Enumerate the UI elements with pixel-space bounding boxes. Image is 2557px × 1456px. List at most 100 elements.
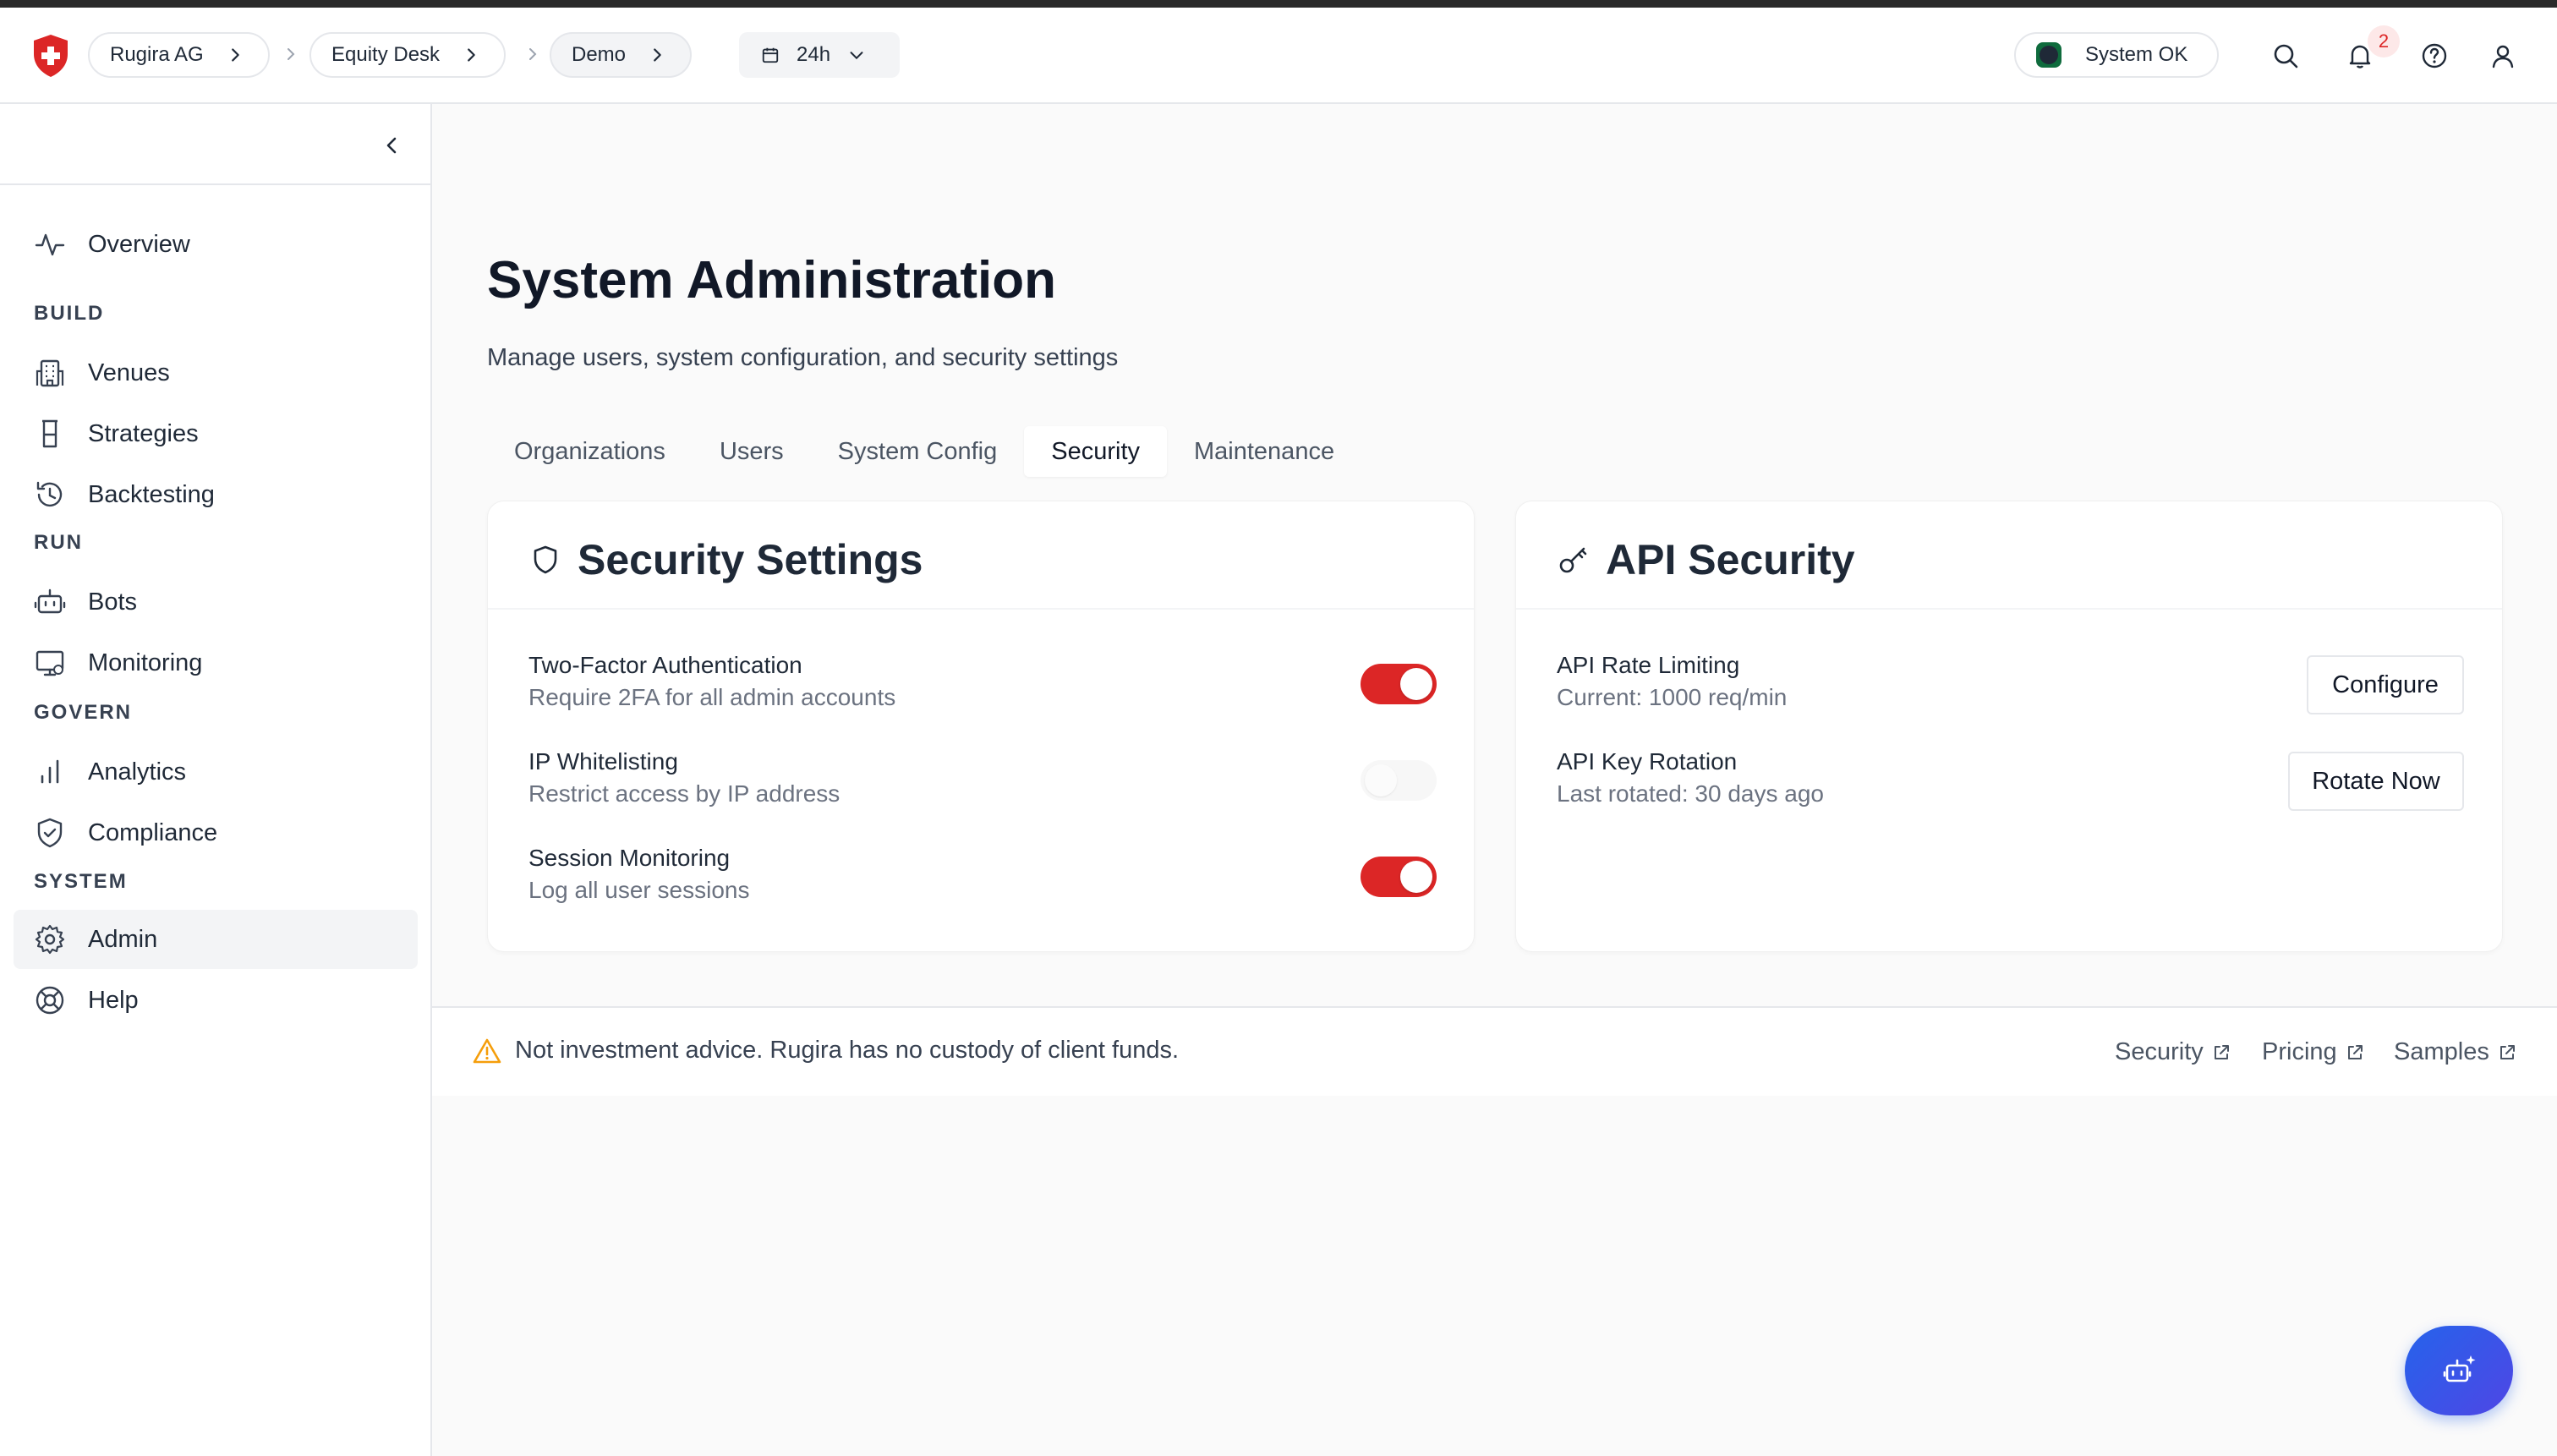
sidebar-section-system: SYSTEM <box>34 870 128 893</box>
page-subtitle: Manage users, system configuration, and … <box>487 344 1119 371</box>
sidebar-item-label: Strategies <box>88 419 199 447</box>
chevron-down-icon <box>850 52 863 60</box>
configure-button[interactable]: Configure <box>2307 655 2464 714</box>
rotate-now-button[interactable]: Rotate Now <box>2288 752 2464 811</box>
setting-title: API Rate Limiting <box>1557 652 1740 678</box>
setting-description: Current: 1000 req/min <box>1557 684 1788 710</box>
breadcrumb-org[interactable]: Rugira AG <box>88 32 270 78</box>
lifebuoy-icon <box>36 986 64 1015</box>
sidebar-item-label: Bots <box>88 588 138 616</box>
sidebar-item-label: Venues <box>88 359 170 386</box>
breadcrumb-env[interactable]: Demo <box>550 32 693 78</box>
setting-description: Restrict access by IP address <box>528 780 840 807</box>
sidebar-item-bots[interactable]: Bots <box>14 572 418 632</box>
sidebar-item-overview[interactable]: Overview <box>14 215 418 274</box>
two-factor-toggle[interactable] <box>1361 664 1437 704</box>
breadcrumb-separator-icon <box>529 48 537 60</box>
setting-ip-whitelisting: IP Whitelisting Restrict access by IP ad… <box>528 748 840 807</box>
shield-icon <box>534 545 557 574</box>
sidebar-item-admin[interactable]: Admin <box>14 910 418 969</box>
sidebar-item-label: Monitoring <box>88 649 203 676</box>
tab-security[interactable]: Security <box>1024 426 1168 477</box>
assistant-fab-button[interactable] <box>2405 1326 2513 1415</box>
search-icon[interactable] <box>2271 41 2300 70</box>
toggle-knob <box>1400 861 1432 893</box>
sidebar-item-compliance[interactable]: Compliance <box>14 803 418 862</box>
help-icon[interactable] <box>2420 41 2449 70</box>
breadcrumb-desk[interactable]: Equity Desk <box>309 32 506 78</box>
setting-title: Session Monitoring <box>528 845 731 871</box>
shield-logo-icon[interactable] <box>32 34 69 78</box>
external-link-icon <box>2214 1044 2229 1059</box>
bar-chart-icon <box>41 759 59 784</box>
user-icon[interactable] <box>2489 41 2517 70</box>
setting-title: IP Whitelisting <box>528 748 678 775</box>
card-header: API Security <box>1557 535 1855 584</box>
api-security-card: API Security API Rate Limiting Current: … <box>1515 501 2503 952</box>
calendar-icon <box>762 47 779 63</box>
time-range-value: 24h <box>797 43 831 66</box>
session-monitoring-toggle[interactable] <box>1361 857 1437 897</box>
collapse-sidebar-icon[interactable] <box>379 133 404 158</box>
sidebar-section-build: BUILD <box>34 302 105 325</box>
footer: Not investment advice. Rugira has no cus… <box>432 1006 2557 1096</box>
top-header: Rugira AG Equity Desk Demo 24h System OK… <box>0 8 2557 104</box>
sidebar-item-analytics[interactable]: Analytics <box>14 742 418 802</box>
sidebar-item-venues[interactable]: Venues <box>14 343 418 402</box>
sidebar-item-monitoring[interactable]: Monitoring <box>14 633 418 692</box>
api-rate-limiting-row: API Rate Limiting Current: 1000 req/min <box>1557 652 1787 711</box>
system-status-pill[interactable]: System OK <box>2014 32 2219 78</box>
toggle-knob <box>1365 764 1397 796</box>
flask-icon <box>42 419 57 448</box>
sidebar-item-label: Help <box>88 986 139 1014</box>
breadcrumb-label: Rugira AG <box>110 43 204 66</box>
footer-link-security[interactable]: Security <box>2115 1038 2231 1066</box>
tab-maintenance[interactable]: Maintenance <box>1167 426 1361 477</box>
footer-link-pricing[interactable]: Pricing <box>2262 1038 2364 1066</box>
admin-tabs: Organizations Users System Config Securi… <box>487 426 1361 477</box>
page-title: System Administration <box>487 251 1056 309</box>
setting-description: Log all user sessions <box>528 877 750 903</box>
time-range-select[interactable]: 24h <box>739 32 900 78</box>
sidebar-item-strategies[interactable]: Strategies <box>14 404 418 463</box>
setting-description: Require 2FA for all admin accounts <box>528 684 896 710</box>
bot-icon <box>34 588 66 614</box>
sidebar-item-label: Admin <box>88 925 158 953</box>
notification-badge: 2 <box>2368 25 2400 57</box>
security-settings-card: Security Settings Two-Factor Authenticat… <box>487 501 1475 952</box>
toggle-knob <box>1400 668 1432 700</box>
external-link-icon <box>2500 1044 2515 1059</box>
history-icon <box>36 481 63 507</box>
card-divider <box>488 608 1474 610</box>
footer-link-label: Security <box>2115 1038 2204 1065</box>
building-icon <box>36 359 64 387</box>
card-divider <box>1516 608 2502 610</box>
setting-two-factor: Two-Factor Authentication Require 2FA fo… <box>528 652 895 711</box>
disclaimer-text: Not investment advice. Rugira has no cus… <box>515 1037 1180 1064</box>
chevron-right-icon <box>654 48 661 62</box>
disclaimer: Not investment advice. Rugira has no cus… <box>473 1037 1179 1065</box>
card-header: Security Settings <box>528 535 923 584</box>
sidebar-divider <box>0 183 430 185</box>
monitor-icon <box>36 650 64 676</box>
activity-icon <box>35 233 65 256</box>
setting-title: API Key Rotation <box>1557 748 1738 775</box>
sidebar-section-run: RUN <box>34 531 83 554</box>
setting-session-monitoring: Session Monitoring Log all user sessions <box>528 845 749 904</box>
tab-system-config[interactable]: System Config <box>811 426 1025 477</box>
sidebar-item-help[interactable]: Help <box>14 971 418 1030</box>
breadcrumb-label: Equity Desk <box>331 43 441 66</box>
gear-icon <box>35 924 65 955</box>
status-indicator-icon <box>2036 42 2061 68</box>
tab-organizations[interactable]: Organizations <box>487 426 693 477</box>
setting-description: Last rotated: 30 days ago <box>1557 780 1824 807</box>
tab-users[interactable]: Users <box>693 426 811 477</box>
sidebar: Overview BUILD Venues Strategies Backtes… <box>0 104 432 1456</box>
warning-icon <box>473 1038 501 1063</box>
window-top-strip <box>0 0 2557 8</box>
chevron-right-icon <box>231 48 239 62</box>
ip-whitelisting-toggle[interactable] <box>1361 760 1437 801</box>
sidebar-item-backtesting[interactable]: Backtesting <box>14 465 418 524</box>
footer-link-samples[interactable]: Samples <box>2394 1038 2516 1066</box>
card-title: Security Settings <box>578 536 923 583</box>
